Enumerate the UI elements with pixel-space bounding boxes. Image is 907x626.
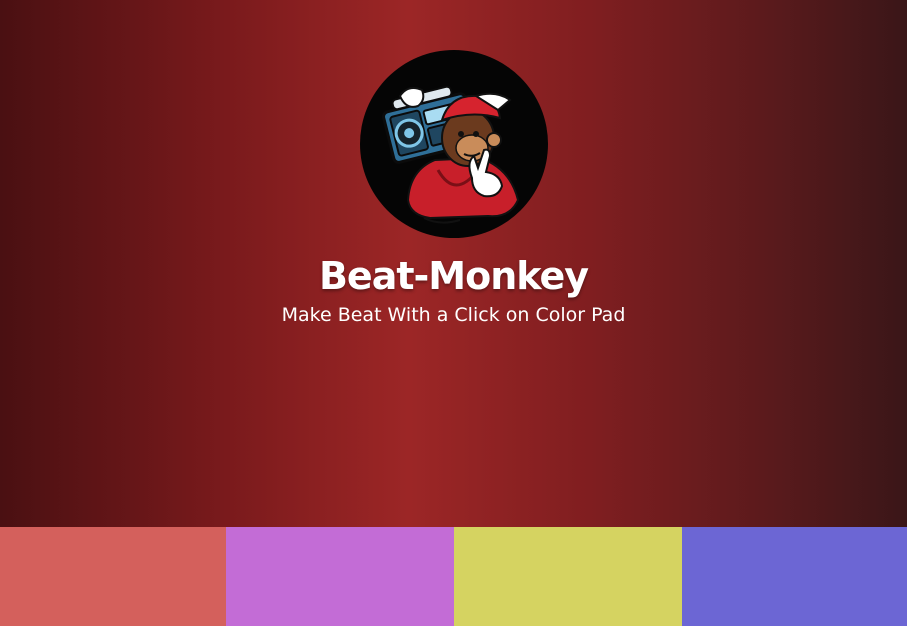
color-pad-2[interactable] — [226, 527, 454, 626]
app-title: Beat-Monkey — [318, 254, 589, 298]
monkey-logo-icon — [360, 50, 548, 238]
hero-section: Beat-Monkey Make Beat With a Click on Co… — [0, 0, 907, 527]
color-pads — [0, 527, 907, 626]
color-pad-1[interactable] — [0, 527, 226, 626]
color-pad-4[interactable] — [682, 527, 907, 626]
app-subtitle: Make Beat With a Click on Color Pad — [281, 304, 626, 326]
color-pad-3[interactable] — [454, 527, 682, 626]
monkey-logo-graphic — [382, 85, 520, 224]
